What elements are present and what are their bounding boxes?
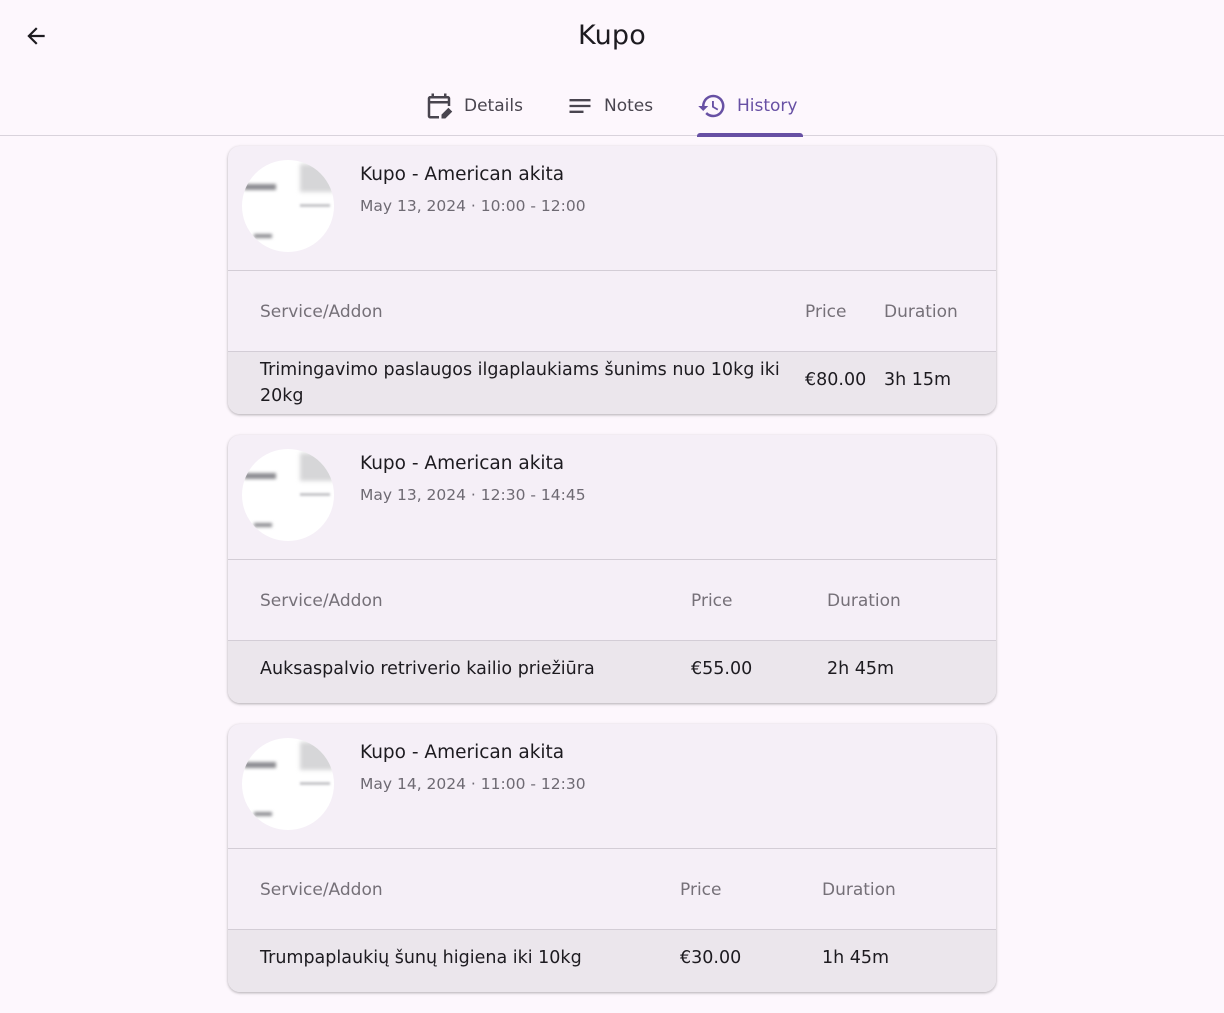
appointment-header: Kupo - American akita May 14, 2024 · 11:…: [228, 724, 996, 849]
appointment-header: Kupo - American akita May 13, 2024 · 10:…: [228, 146, 996, 271]
history-list: Kupo - American akita May 13, 2024 · 10:…: [228, 146, 996, 1013]
tab-history-label: History: [737, 95, 798, 116]
table-row: Trumpaplaukių šunų higiena iki 10kg €30.…: [228, 930, 996, 992]
pet-avatar: [242, 449, 334, 541]
tab-details-label: Details: [464, 95, 523, 116]
app-bar: Kupo: [0, 0, 1224, 76]
table-row: Trimingavimo paslaugos ilgaplaukiams šun…: [228, 352, 996, 414]
calendar-edit-icon: [427, 93, 453, 118]
appointment-card[interactable]: Kupo - American akita May 13, 2024 · 12:…: [228, 435, 996, 703]
appointment-title: Kupo - American akita: [360, 164, 565, 185]
column-service: Service/Addon: [260, 880, 383, 900]
pet-avatar: [242, 738, 334, 830]
appointment-header: Kupo - American akita May 13, 2024 · 12:…: [228, 435, 996, 560]
pet-avatar: [242, 160, 334, 252]
tab-details[interactable]: Details: [424, 76, 523, 135]
column-service: Service/Addon: [260, 591, 383, 611]
tab-bar: Details Notes History: [0, 76, 1224, 137]
tab-notes-label: Notes: [604, 95, 654, 116]
appointment-datetime: May 14, 2024 · 11:00 - 12:30: [360, 775, 586, 793]
appointment-title: Kupo - American akita: [360, 453, 565, 474]
services-table-header: Service/Addon Price Duration: [228, 560, 996, 641]
column-price: Price: [691, 591, 733, 611]
appointment-card[interactable]: Kupo - American akita May 14, 2024 · 11:…: [228, 724, 996, 992]
column-service: Service/Addon: [260, 302, 383, 322]
tab-notes[interactable]: Notes: [566, 76, 653, 135]
service-duration: 3h 15m: [884, 370, 952, 390]
service-duration: 2h 45m: [827, 659, 895, 679]
service-duration: 1h 45m: [822, 948, 890, 968]
column-price: Price: [805, 302, 847, 322]
service-name: Trimingavimo paslaugos ilgaplaukiams šun…: [260, 360, 780, 406]
service-name: Auksaspalvio retriverio kailio priežiūra: [260, 659, 595, 679]
column-duration: Duration: [822, 880, 896, 900]
services-table-header: Service/Addon Price Duration: [228, 849, 996, 930]
column-price: Price: [680, 880, 722, 900]
appointment-datetime: May 13, 2024 · 12:30 - 14:45: [360, 486, 586, 504]
service-price: €55.00: [691, 659, 753, 679]
appointment-title: Kupo - American akita: [360, 742, 565, 763]
page-title: Kupo: [578, 20, 646, 51]
service-price: €30.00: [680, 948, 742, 968]
appointment-card[interactable]: Kupo - American akita May 13, 2024 · 10:…: [228, 146, 996, 414]
history-icon: [698, 94, 725, 117]
service-name: Trumpaplaukių šunų higiena iki 10kg: [260, 948, 582, 968]
services-table-header: Service/Addon Price Duration: [228, 271, 996, 352]
active-tab-indicator: [697, 133, 803, 137]
column-duration: Duration: [884, 302, 958, 322]
column-duration: Duration: [827, 591, 901, 611]
service-price: €80.00: [805, 370, 867, 390]
appointment-datetime: May 13, 2024 · 10:00 - 12:00: [360, 197, 586, 215]
tab-history[interactable]: History: [697, 76, 803, 137]
table-row: Auksaspalvio retriverio kailio priežiūra…: [228, 641, 996, 703]
notes-lines-icon: [569, 98, 591, 113]
